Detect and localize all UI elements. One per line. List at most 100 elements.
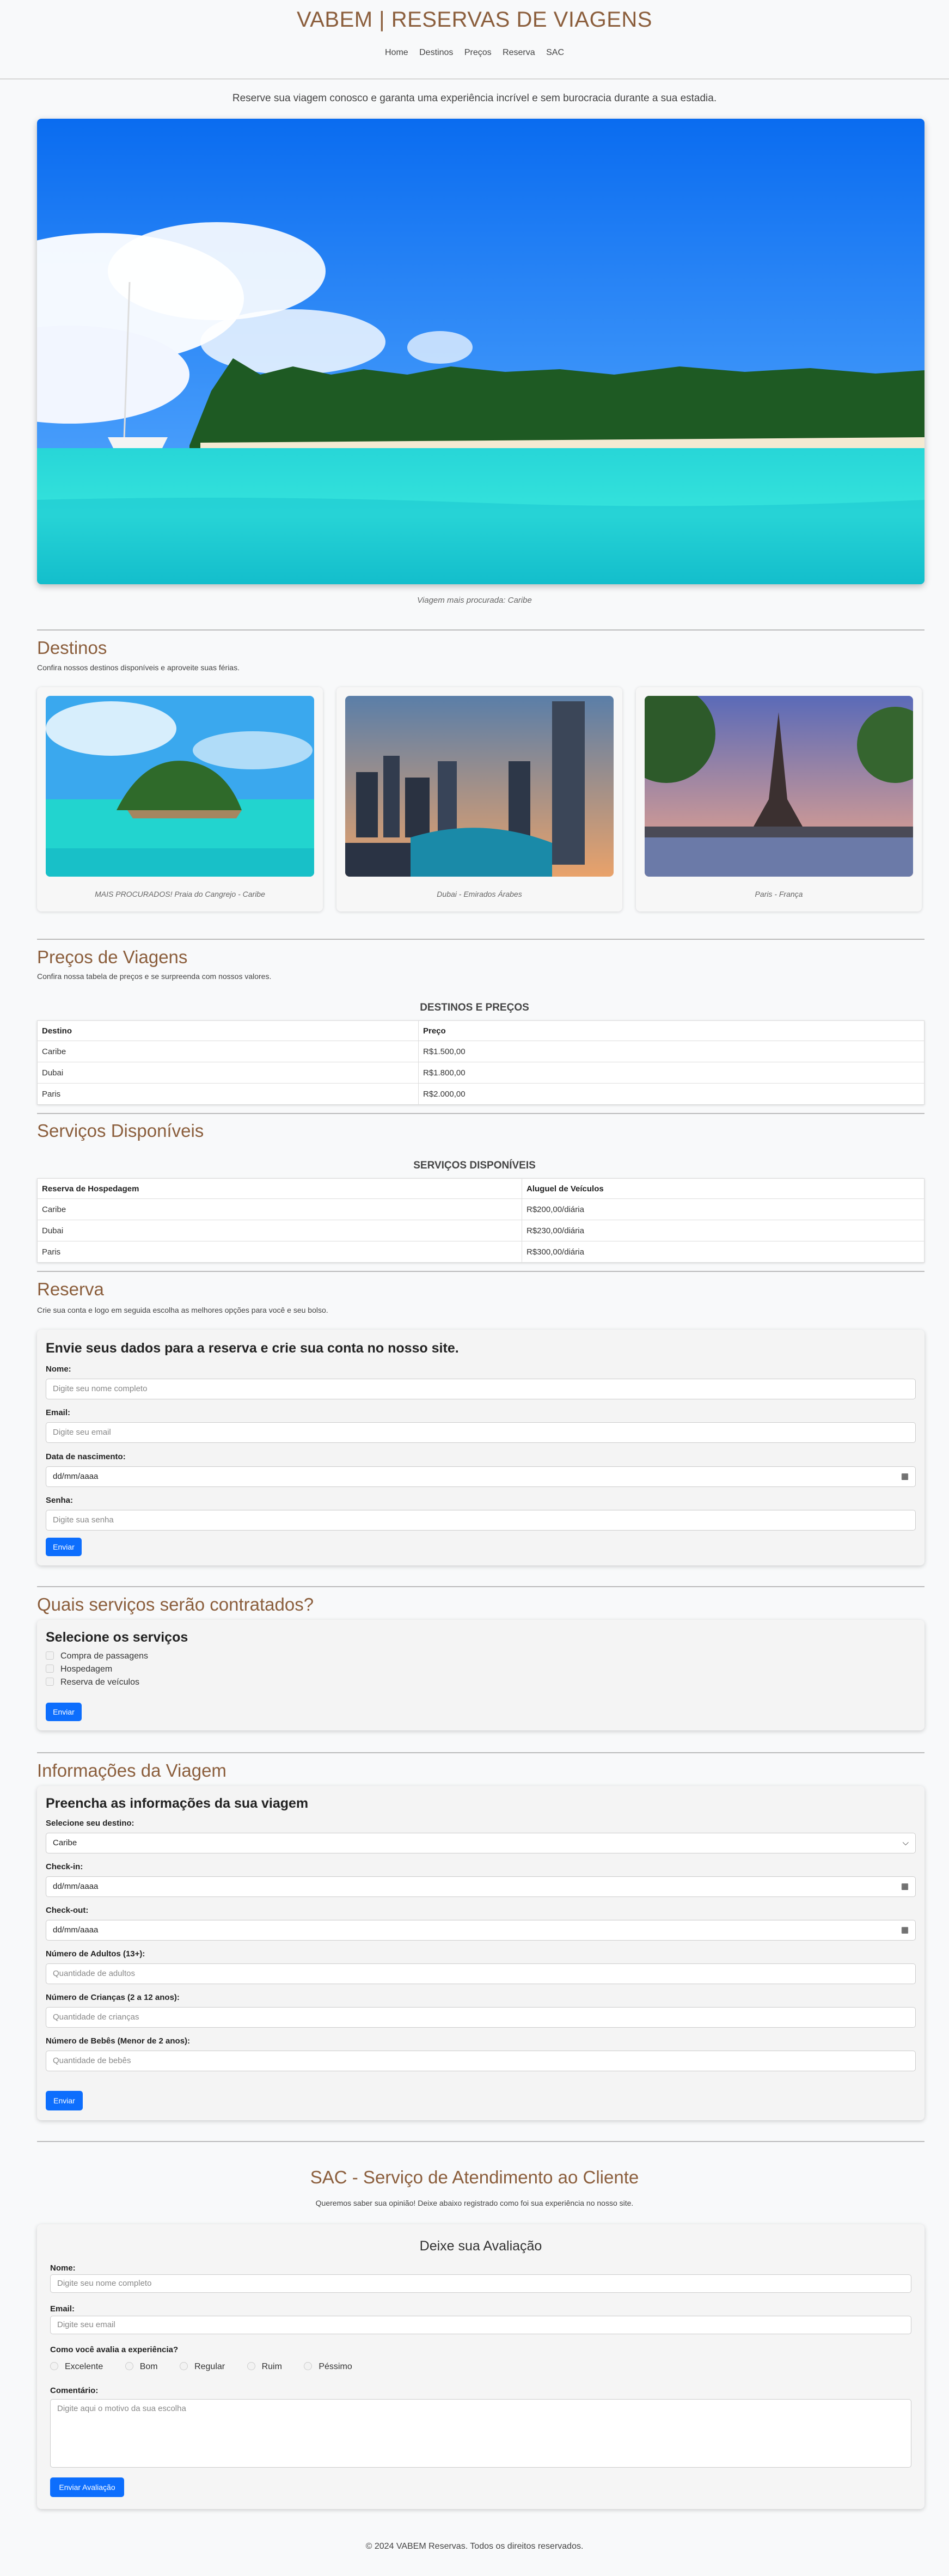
services-submit-button[interactable]: Enviar bbox=[46, 1703, 82, 1721]
sac-form: Deixe sua Avaliação Nome: Digite seu nom… bbox=[37, 2224, 924, 2509]
table-row: Caribe R$1.500,00 bbox=[37, 1041, 924, 1062]
rating-group: Excelente Bom Regular Ruim Péssimo bbox=[50, 2362, 372, 2372]
radio-dot[interactable] bbox=[304, 2362, 313, 2370]
checkbox-box[interactable] bbox=[46, 1665, 54, 1673]
destino-label: Selecione seu destino: bbox=[46, 1819, 134, 1828]
nav-destinos[interactable]: Destinos bbox=[419, 48, 453, 57]
criancas-label: Número de Crianças (2 a 12 anos): bbox=[46, 1993, 180, 2002]
informacoes-title: Informações da Viagem bbox=[37, 1760, 226, 1780]
select-value: Caribe bbox=[53, 1838, 77, 1847]
checkbox-box[interactable] bbox=[46, 1651, 54, 1660]
radio-dot[interactable] bbox=[125, 2362, 133, 2370]
sac-submit-button[interactable]: Enviar Avaliação bbox=[50, 2477, 124, 2497]
divider bbox=[37, 629, 924, 631]
sac-email-input[interactable]: Digite seu email bbox=[50, 2316, 911, 2334]
radio-dot[interactable] bbox=[180, 2362, 188, 2370]
divider bbox=[37, 1752, 924, 1753]
site-header: VABEM | RESERVAS DE VIAGENS Home Destino… bbox=[0, 0, 949, 79]
radio-label: Bom bbox=[139, 2362, 158, 2371]
rating-excelente[interactable]: Excelente bbox=[50, 2362, 103, 2372]
table-row: Dubai R$1.800,00 bbox=[37, 1062, 924, 1084]
hero-image bbox=[37, 119, 924, 584]
trip-info-form-title: Preencha as informações da sua viagem bbox=[46, 1796, 309, 1811]
divider bbox=[37, 1271, 924, 1272]
card-caption: Dubai - Emirados Árabes bbox=[437, 890, 522, 898]
dubai-photo bbox=[345, 696, 614, 877]
table-cell: Paris bbox=[37, 1083, 419, 1105]
card-caption: MAIS PROCURADOS! Praia do Cangrejo - Car… bbox=[95, 890, 265, 898]
comment-label: Comentário: bbox=[50, 2386, 99, 2395]
column-header: Destino bbox=[37, 1020, 419, 1041]
calendar-icon[interactable]: ▦ bbox=[901, 1877, 909, 1896]
checkbox-box[interactable] bbox=[46, 1678, 54, 1686]
email-input[interactable]: Digite seu email bbox=[46, 1422, 916, 1443]
trip-info-form: Preencha as informações da sua viagem Se… bbox=[37, 1786, 924, 2120]
servicos-table-title: SERVIÇOS DISPONÍVEIS bbox=[413, 1160, 536, 1171]
sac-form-title: Deixe sua Avaliação bbox=[419, 2238, 542, 2254]
services-form-title: Selecione os serviços bbox=[46, 1630, 188, 1645]
rating-bom[interactable]: Bom bbox=[125, 2362, 158, 2372]
divider bbox=[37, 1586, 924, 1587]
divider bbox=[37, 939, 924, 940]
adultos-input[interactable]: Quantidade de adultos bbox=[46, 1963, 916, 1984]
checkin-input[interactable]: dd/mm/aaaa ▦ bbox=[46, 1876, 916, 1897]
servicos-title: Serviços Disponíveis bbox=[37, 1121, 204, 1141]
password-input[interactable]: Digite sua senha bbox=[46, 1510, 916, 1531]
rating-pessimo[interactable]: Péssimo bbox=[304, 2362, 352, 2372]
table-header-row: Reserva de Hospedagem Aluguel de Veículo… bbox=[37, 1178, 924, 1199]
trip-info-submit-button[interactable]: Enviar bbox=[46, 2091, 83, 2110]
checkbox-label: Compra de passagens bbox=[60, 1651, 148, 1661]
name-input[interactable]: Digite seu nome completo bbox=[46, 1379, 916, 1399]
precos-table: Destino Preço Caribe R$1.500,00 Dubai R$… bbox=[37, 1020, 924, 1105]
sac-name-label: Nome: bbox=[50, 2263, 76, 2273]
table-row: Paris R$300,00/diária bbox=[37, 1241, 924, 1263]
comment-textarea[interactable]: Digite aqui o motivo da sua escolha bbox=[50, 2399, 911, 2468]
checkbox-passagens[interactable]: Compra de passagens bbox=[46, 1651, 148, 1661]
table-cell: Dubai bbox=[37, 1062, 419, 1084]
main-nav: Home Destinos Preços Reserva SAC bbox=[0, 48, 949, 58]
rating-ruim[interactable]: Ruim bbox=[247, 2362, 282, 2372]
nav-precos[interactable]: Preços bbox=[464, 48, 492, 57]
radio-dot[interactable] bbox=[50, 2362, 58, 2370]
nav-reserva[interactable]: Reserva bbox=[503, 48, 535, 57]
radio-label: Ruim bbox=[261, 2362, 282, 2371]
services-form: Selecione os serviços Compra de passagen… bbox=[37, 1620, 924, 1730]
criancas-input[interactable]: Quantidade de crianças bbox=[46, 2007, 916, 2028]
bebes-label: Número de Bebês (Menor de 2 anos): bbox=[46, 2036, 191, 2046]
reserva-form: Envie seus dados para a reserva e crie s… bbox=[37, 1330, 924, 1565]
bebes-input[interactable]: Quantidade de bebês bbox=[46, 2051, 916, 2071]
reserva-form-title: Envie seus dados para a reserva e crie s… bbox=[46, 1341, 459, 1356]
table-cell: Paris bbox=[37, 1241, 522, 1263]
reserva-submit-button[interactable]: Enviar bbox=[46, 1538, 82, 1556]
reserva-title: Reserva bbox=[37, 1279, 104, 1299]
sac-name-input[interactable]: Digite seu nome completo bbox=[50, 2274, 911, 2293]
password-label: Senha: bbox=[46, 1496, 74, 1505]
checkbox-hospedagem[interactable]: Hospedagem bbox=[46, 1665, 112, 1674]
destinos-subtitle: Confira nossos destinos disponíveis e ap… bbox=[37, 663, 240, 672]
radio-dot[interactable] bbox=[247, 2362, 255, 2370]
column-header: Preço bbox=[418, 1020, 924, 1041]
email-label: Email: bbox=[46, 1408, 71, 1417]
adultos-label: Número de Adultos (13+): bbox=[46, 1949, 145, 1959]
rating-regular[interactable]: Regular bbox=[180, 2362, 225, 2372]
nav-home[interactable]: Home bbox=[385, 48, 408, 57]
radio-label: Péssimo bbox=[319, 2362, 352, 2371]
destination-card-dubai[interactable]: Dubai - Emirados Árabes bbox=[336, 687, 622, 911]
calendar-icon[interactable]: ▦ bbox=[901, 1467, 909, 1486]
column-header: Aluguel de Veículos bbox=[522, 1178, 924, 1199]
calendar-icon[interactable]: ▦ bbox=[901, 1920, 909, 1940]
hero-caption: Viagem mais procurada: Caribe bbox=[417, 596, 532, 605]
table-cell: R$2.000,00 bbox=[418, 1083, 924, 1105]
destination-card-caribe[interactable]: MAIS PROCURADOS! Praia do Cangrejo - Car… bbox=[37, 687, 323, 911]
chevron-down-icon: ⌵ bbox=[902, 1838, 909, 1847]
checkout-input[interactable]: dd/mm/aaaa ▦ bbox=[46, 1920, 916, 1941]
birthdate-input[interactable]: dd/mm/aaaa ▦ bbox=[46, 1466, 916, 1487]
table-cell: R$1.800,00 bbox=[418, 1062, 924, 1084]
rating-label: Como você avalia a experiência? bbox=[50, 2345, 179, 2354]
name-label: Nome: bbox=[46, 1365, 71, 1374]
divider bbox=[37, 1113, 924, 1114]
nav-sac[interactable]: SAC bbox=[546, 48, 564, 57]
destino-select[interactable]: Caribe ⌵ bbox=[46, 1833, 916, 1853]
checkbox-veiculos[interactable]: Reserva de veículos bbox=[46, 1678, 139, 1687]
destination-card-paris[interactable]: Paris - França bbox=[636, 687, 922, 911]
